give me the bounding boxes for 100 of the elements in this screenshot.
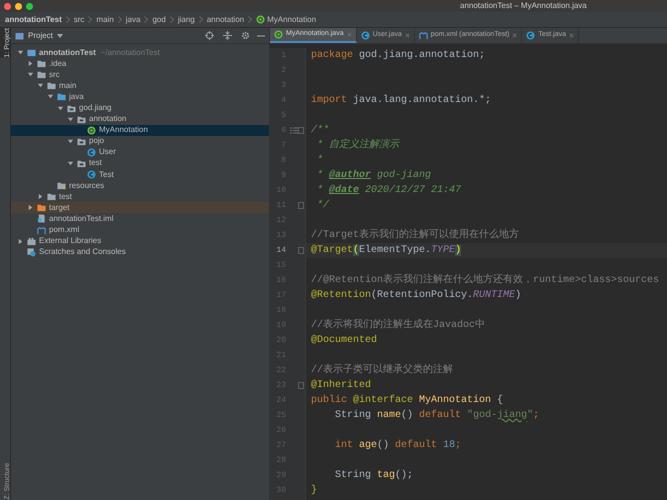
chevron-icon: [198, 16, 203, 23]
code-line: @Inherited: [311, 378, 372, 393]
expand-arrow-icon[interactable]: [67, 160, 74, 167]
code-line: /**: [311, 124, 330, 138]
tree-item-label: main: [59, 82, 76, 90]
code-line: }: [311, 484, 318, 498]
tree-item[interactable]: main: [11, 80, 269, 92]
code-line: * 自定义注解演示: [316, 138, 400, 153]
tree-item[interactable]: External Libraries: [11, 236, 269, 247]
tree-item[interactable]: annotation: [11, 114, 269, 125]
chevron-icon: [144, 16, 148, 23]
tree-item-label: resources: [69, 182, 104, 190]
tree-item-label: god.jiang: [79, 104, 112, 112]
chevron-icon: [170, 16, 174, 23]
code-line: //表示将我们的注解生成在Javadoc中: [311, 318, 486, 333]
library-icon: [27, 236, 36, 246]
fold-marker-icon[interactable]: [298, 127, 304, 134]
folder-icon: [15, 32, 24, 40]
caret-icon[interactable]: [56, 34, 63, 38]
fold-marker-icon[interactable]: [298, 202, 304, 209]
tree-item-label: annotationTest.iml: [49, 214, 114, 223]
class-icon: [360, 31, 370, 40]
breadcrumb[interactable]: jiang: [178, 14, 195, 26]
tree-item[interactable]: Test: [11, 169, 269, 180]
annotation-icon: [87, 126, 96, 135]
expand-arrow-icon[interactable]: [17, 238, 24, 245]
code-line: //表示子类可以继承父类的注解: [311, 363, 454, 378]
minimize-window-button[interactable]: [15, 2, 22, 10]
tree-item-label: Test: [99, 170, 114, 179]
panel-title[interactable]: Project: [28, 30, 53, 42]
window-title: annotationTest – MyAnnotation.java: [460, 0, 587, 12]
code-line: @Retention(RetentionPolicy.RUNTIME): [311, 288, 522, 303]
collapse-all-icon[interactable]: [223, 31, 232, 40]
render-doc-icon[interactable]: [290, 127, 298, 134]
code-line: * @date 2020/12/27 21:47: [316, 184, 462, 198]
close-window-button[interactable]: [4, 2, 11, 10]
tree-item[interactable]: pojo: [11, 136, 269, 147]
chevron-icon: [88, 16, 92, 23]
crosshair-icon[interactable]: [205, 31, 214, 40]
tree-item-label: target: [49, 204, 70, 212]
tree-item-label: pom.xml: [49, 226, 80, 234]
tree-item[interactable]: pom.xml: [11, 224, 269, 236]
tree-item-label: src: [49, 70, 60, 79]
tree-item[interactable]: god.jiang: [11, 102, 269, 114]
fold-marker-icon[interactable]: [298, 247, 304, 254]
code-line: //Target表示我们的注解可以使用在什么地方: [311, 228, 520, 243]
package-icon: [77, 158, 86, 168]
class-icon: [87, 148, 96, 157]
tree-item-label: java: [69, 92, 84, 101]
tree-item[interactable]: annotationTest.iml: [11, 213, 269, 224]
code-line: *: [316, 154, 324, 168]
breadcrumb[interactable]: src: [74, 14, 84, 26]
breadcrumb[interactable]: main: [96, 14, 114, 26]
code-line: String tag();: [334, 468, 414, 483]
tree-item[interactable]: test: [11, 158, 269, 170]
code-line: import java.lang.annotation.*;: [311, 94, 492, 108]
fold-marker-icon[interactable]: [298, 382, 304, 389]
code-line: String name() default "god-jiang";: [334, 408, 540, 423]
package-icon: [77, 114, 86, 124]
chevron-icon: [118, 16, 122, 23]
code-line: @Documented: [311, 334, 378, 348]
breadcrumb[interactable]: MyAnnotation: [256, 14, 316, 26]
tree-item-label: User: [99, 148, 116, 156]
package-icon: [77, 136, 86, 146]
tree-item[interactable]: java: [11, 91, 269, 102]
breadcrumb[interactable]: annotation: [206, 14, 244, 26]
resources-folder-icon: [57, 181, 66, 190]
tree-item[interactable]: target: [11, 202, 269, 214]
tree-item[interactable]: Scratches and Consoles: [11, 246, 269, 258]
file-icon: [37, 214, 46, 224]
tree-item[interactable]: .idea: [11, 58, 269, 70]
tree-item[interactable]: src: [11, 69, 269, 80]
tree-item-label: .idea: [49, 60, 66, 68]
code-line: */: [316, 198, 330, 213]
code-line: package god.jiang.annotation;: [311, 48, 486, 63]
maven-icon: [37, 226, 46, 235]
breadcrumb[interactable]: god: [152, 14, 166, 26]
tree-item[interactable]: MyAnnotation: [11, 124, 269, 136]
tree-item[interactable]: resources: [11, 180, 269, 192]
zoom-window-button[interactable]: [26, 2, 33, 10]
tree-item-label: annotationTest: [39, 48, 96, 57]
chevron-icon: [248, 16, 252, 23]
line-number: 14: [275, 244, 286, 256]
code-line: //@Retention表示我们注解在什么地方还有效，runtime>class>sources: [311, 273, 660, 288]
package-icon: [67, 104, 76, 113]
class-icon: [526, 31, 536, 40]
breadcrumb[interactable]: annotationTest: [5, 14, 62, 26]
tree-item[interactable]: test: [11, 191, 269, 202]
settings-icon[interactable]: [241, 31, 250, 40]
tree-item-label: annotation: [89, 115, 126, 124]
breadcrumb[interactable]: java: [126, 14, 140, 26]
tree-item-label: pojo: [89, 137, 104, 146]
tree-item[interactable]: User: [11, 146, 269, 158]
code-line: * @author god-jiang: [316, 168, 432, 183]
tree-item-label: Scratches and Consoles: [39, 248, 126, 256]
code-line: public @interface MyAnnotation {: [311, 394, 504, 408]
expand-arrow-icon[interactable]: [67, 138, 74, 145]
chevron-icon: [66, 16, 70, 23]
tree-item[interactable]: annotationTest ~/annotationTest: [11, 47, 269, 58]
tree-item-label: test: [89, 159, 102, 168]
